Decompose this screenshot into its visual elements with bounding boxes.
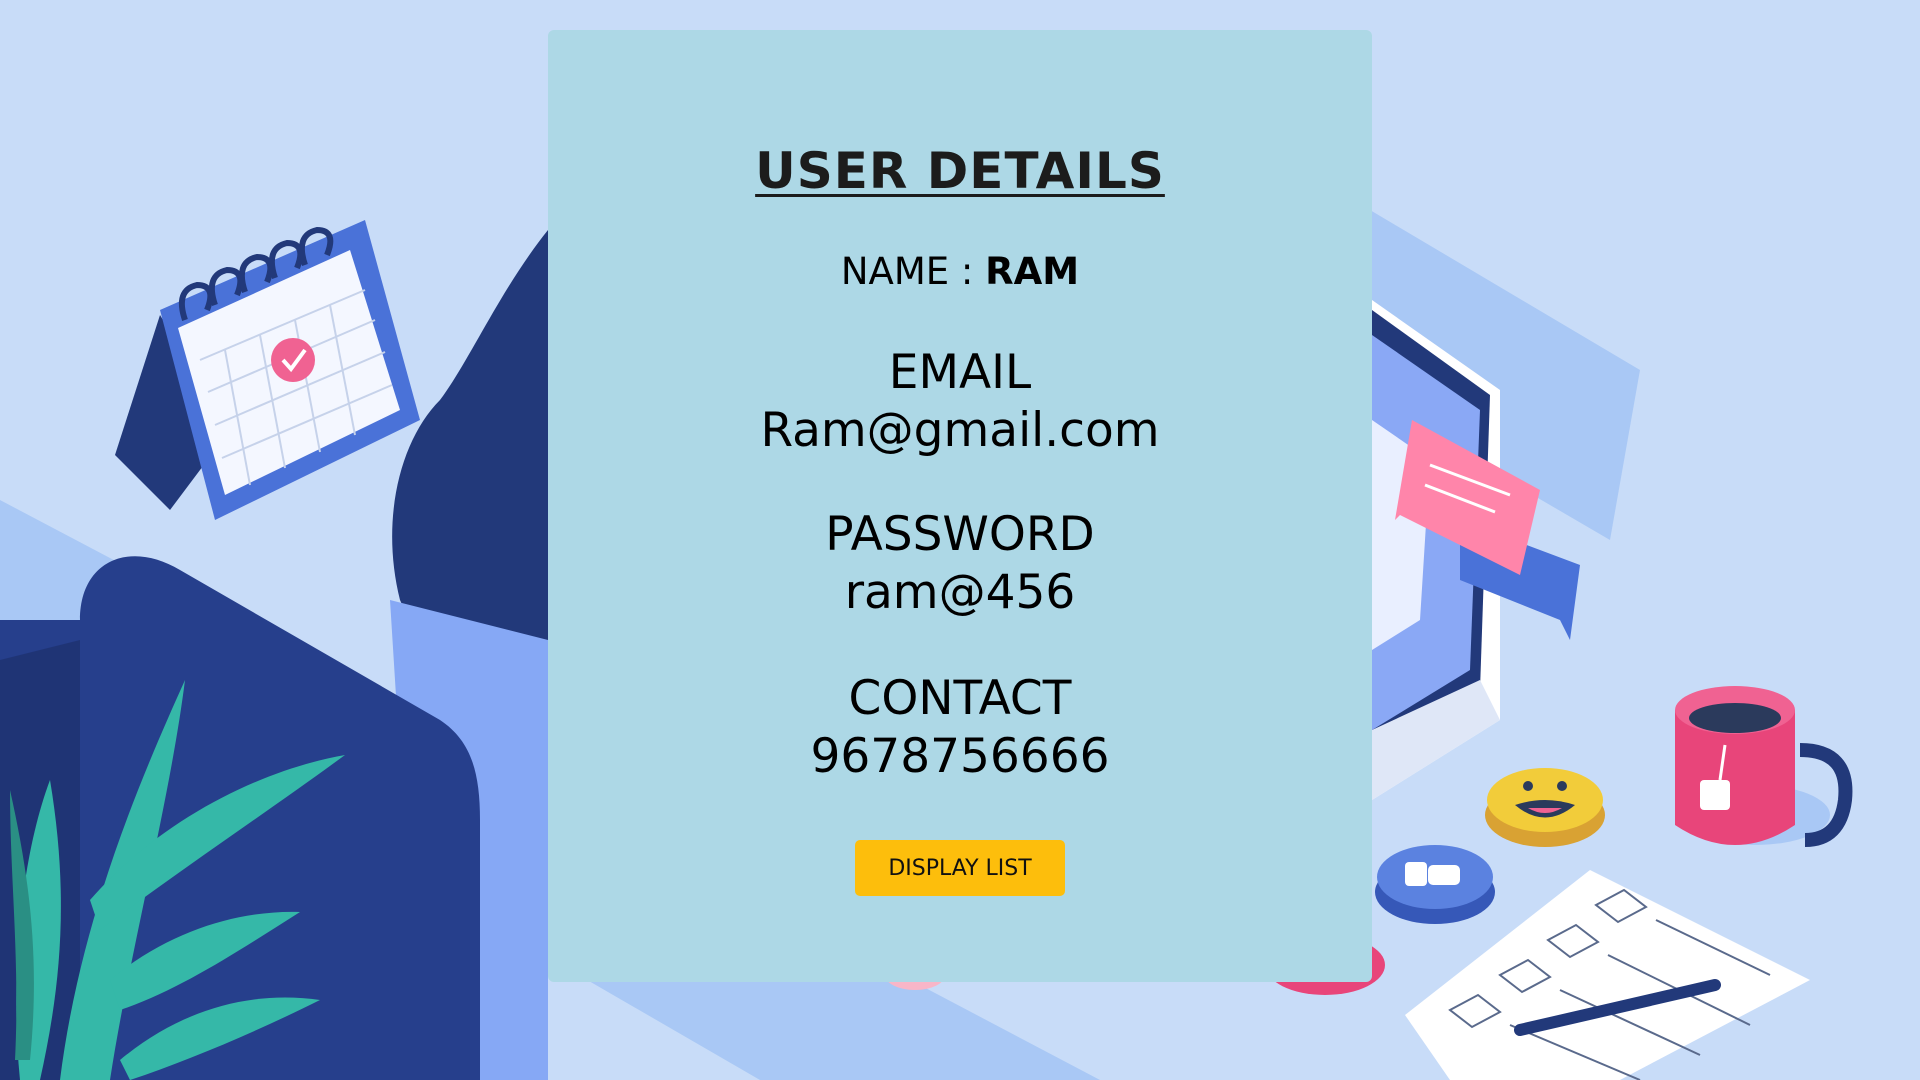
page-title: USER DETAILS: [755, 142, 1165, 200]
password-label: PASSWORD: [825, 507, 1095, 562]
email-label: EMAIL: [888, 345, 1032, 400]
name-label: NAME :: [840, 250, 986, 293]
name-row: NAME : RAM: [548, 250, 1372, 293]
contact-field: CONTACT 9678756666: [548, 670, 1372, 786]
name-value: RAM: [985, 250, 1080, 293]
contact-value: 9678756666: [810, 729, 1110, 784]
emoji-icon: [1485, 768, 1605, 847]
email-value: Ram@gmail.com: [760, 403, 1160, 458]
display-list-button[interactable]: DISPLAY LIST: [855, 840, 1065, 896]
password-field: PASSWORD ram@456: [548, 506, 1372, 622]
password-value: ram@456: [844, 565, 1076, 620]
like-icon: [1375, 845, 1495, 924]
contact-label: CONTACT: [848, 671, 1072, 726]
user-details-card: USER DETAILS NAME : RAM EMAIL Ram@gmail.…: [548, 30, 1372, 982]
email-field: EMAIL Ram@gmail.com: [548, 344, 1372, 460]
